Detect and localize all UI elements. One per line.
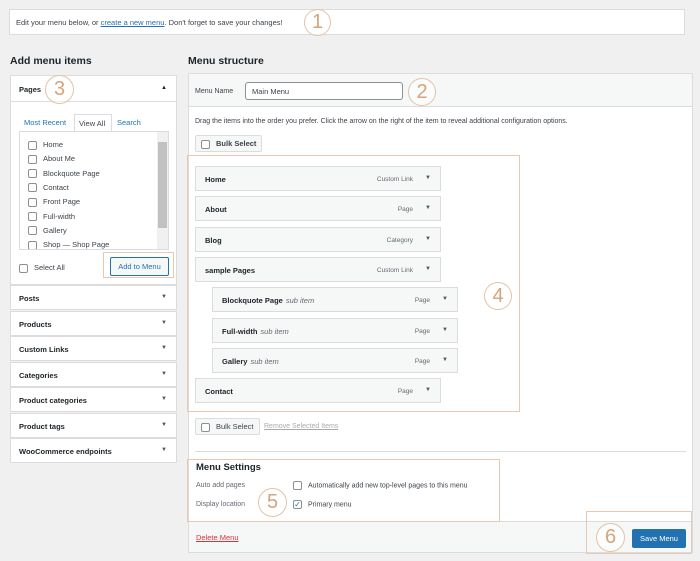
expand-arrow-icon[interactable]: ▼ [161,294,167,300]
instructions: Drag the items into the order you prefer… [195,118,568,125]
select-all-checkbox[interactable]: Select All [19,263,65,273]
section-products[interactable]: Products ▼ [10,310,177,336]
delete-menu-link[interactable]: Delete Menu [196,533,239,542]
collapse-arrow-icon[interactable]: ▲ [161,85,167,91]
divider [195,451,686,452]
highlight-box-3 [103,252,174,278]
section-woocommerce-endpoints[interactable]: WooCommerce endpoints ▼ [10,438,177,463]
menu-name-label: Menu Name [195,88,234,95]
page-checkbox-item[interactable]: Shop — Shop Page [28,240,109,249]
page-checkbox-item[interactable]: Front Page [28,197,80,207]
menu-structure-title: Menu structure [188,55,264,67]
section-custom-links[interactable]: Custom Links ▼ [10,336,177,361]
expand-arrow-icon[interactable]: ▼ [161,396,167,402]
page-checkbox-item[interactable]: Gallery [28,226,67,236]
section-categories[interactable]: Categories ▼ [10,361,177,387]
annotation-4: 4 [484,282,512,310]
page-checkbox-item[interactable]: Full-width [28,212,75,222]
page-checkbox-item[interactable]: Home [28,140,63,150]
bulk-select-top[interactable]: Bulk Select [195,135,263,152]
annotation-3: 3 [45,75,74,104]
menu-name-input[interactable] [245,82,403,100]
expand-arrow-icon[interactable]: ▼ [161,422,167,428]
page-checkbox-item[interactable]: Blockquote Page [28,169,100,179]
section-product-tags[interactable]: Product tags ▼ [10,412,177,438]
expand-arrow-icon[interactable]: ▼ [161,345,167,351]
annotation-2: 2 [408,78,436,106]
highlight-box-4 [187,155,520,412]
tab-search[interactable]: Search [117,118,141,127]
scrollbar[interactable] [157,132,168,249]
remove-selected-link[interactable]: Remove Selected Items [264,423,338,430]
tab-most-recent[interactable]: Most Recent [24,118,66,127]
pages-header[interactable]: Pages ▲ [11,76,176,102]
page-checkbox-item[interactable]: Contact [28,183,69,193]
expand-arrow-icon[interactable]: ▼ [161,320,167,326]
annotation-1: 1 [304,9,331,36]
expand-arrow-icon[interactable]: ▼ [161,371,167,377]
section-posts[interactable]: Posts ▼ [10,285,177,310]
expand-arrow-icon[interactable]: ▼ [161,447,167,453]
create-new-menu-link[interactable]: create a new menu [101,18,165,27]
add-menu-items-title: Add menu items [10,55,92,67]
annotation-5: 5 [258,488,287,517]
bulk-select-bottom[interactable]: Bulk Select [195,418,260,435]
pages-list: Home About Me Blockquote Page Contact Front … [19,131,169,250]
highlight-box-5 [187,459,500,522]
page-checkbox-item[interactable]: About Me [28,154,75,164]
notice-bar: Edit your menu below, or create a new me… [9,9,685,35]
section-product-categories[interactable]: Product categories ▼ [10,387,177,412]
annotation-6: 6 [596,523,625,552]
tab-view-all[interactable]: View All [74,114,112,131]
